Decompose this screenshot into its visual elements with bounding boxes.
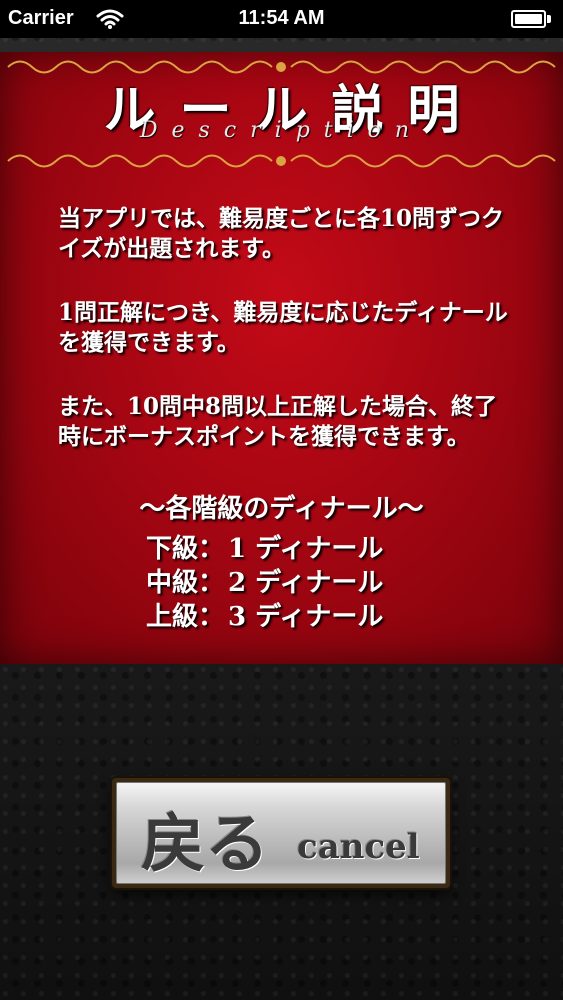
battery-icon [511,10,551,28]
rank-row: 上級： 3 ディナール [146,602,384,632]
rank-label: 下級 [146,534,199,564]
back-button-label: 戻る [141,807,269,882]
rank-row: 下級： 1 ディナール [146,534,384,564]
status-time: 11:54 AM [238,7,325,29]
app-screen: Carrier 11:54 AM ルール説明 Description 当アプリで… [0,0,563,1000]
rank-row: 中級： 2 ディナール [146,568,384,598]
rule-paragraph: 1問正解につき、難易度に応じたディナールを獲得できます。 [58,299,508,356]
back-button-face[interactable]: 戻る cancel [116,782,446,884]
back-button[interactable]: 戻る cancel [112,778,450,888]
page-subtitle: Description [139,118,424,143]
rank-points: 1 ディナール [228,534,384,564]
status-bar: Carrier 11:54 AM [0,0,563,38]
rank-label: 上級 [146,602,199,632]
rule-paragraph: また、10問中8問以上正解した場合、終了時にボーナスポイントを獲得できます。 [58,393,498,450]
ranks-heading: 〜各階級のディナール〜 [139,494,424,524]
ornament-icon [7,154,556,168]
rules-panel: ルール説明 Description 当アプリでは、難易度ごとに各10問ずつクイズ… [0,52,563,664]
rank-points: 3 ディナール [228,602,384,632]
rank-label: 中級 [146,568,199,598]
rank-points: 2 ディナール [228,568,384,598]
cancel-label: cancel [297,827,420,867]
rule-paragraph: 当アプリでは、難易度ごとに各10問ずつクイズが出題されます。 [58,205,505,262]
